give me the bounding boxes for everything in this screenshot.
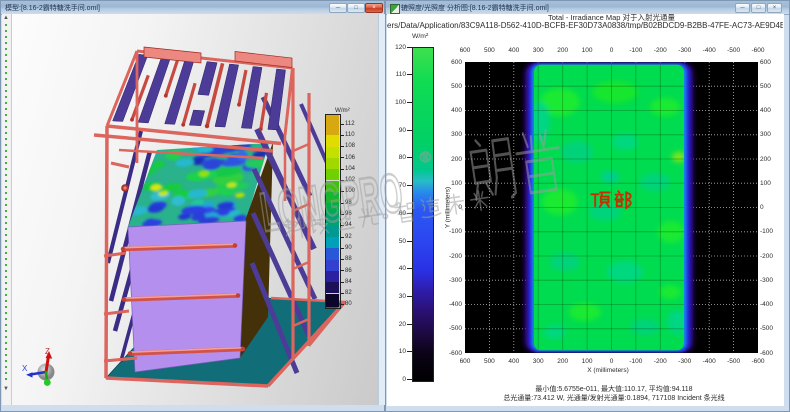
svg-text:Z: Z (45, 347, 50, 356)
svg-text:X: X (22, 364, 28, 373)
